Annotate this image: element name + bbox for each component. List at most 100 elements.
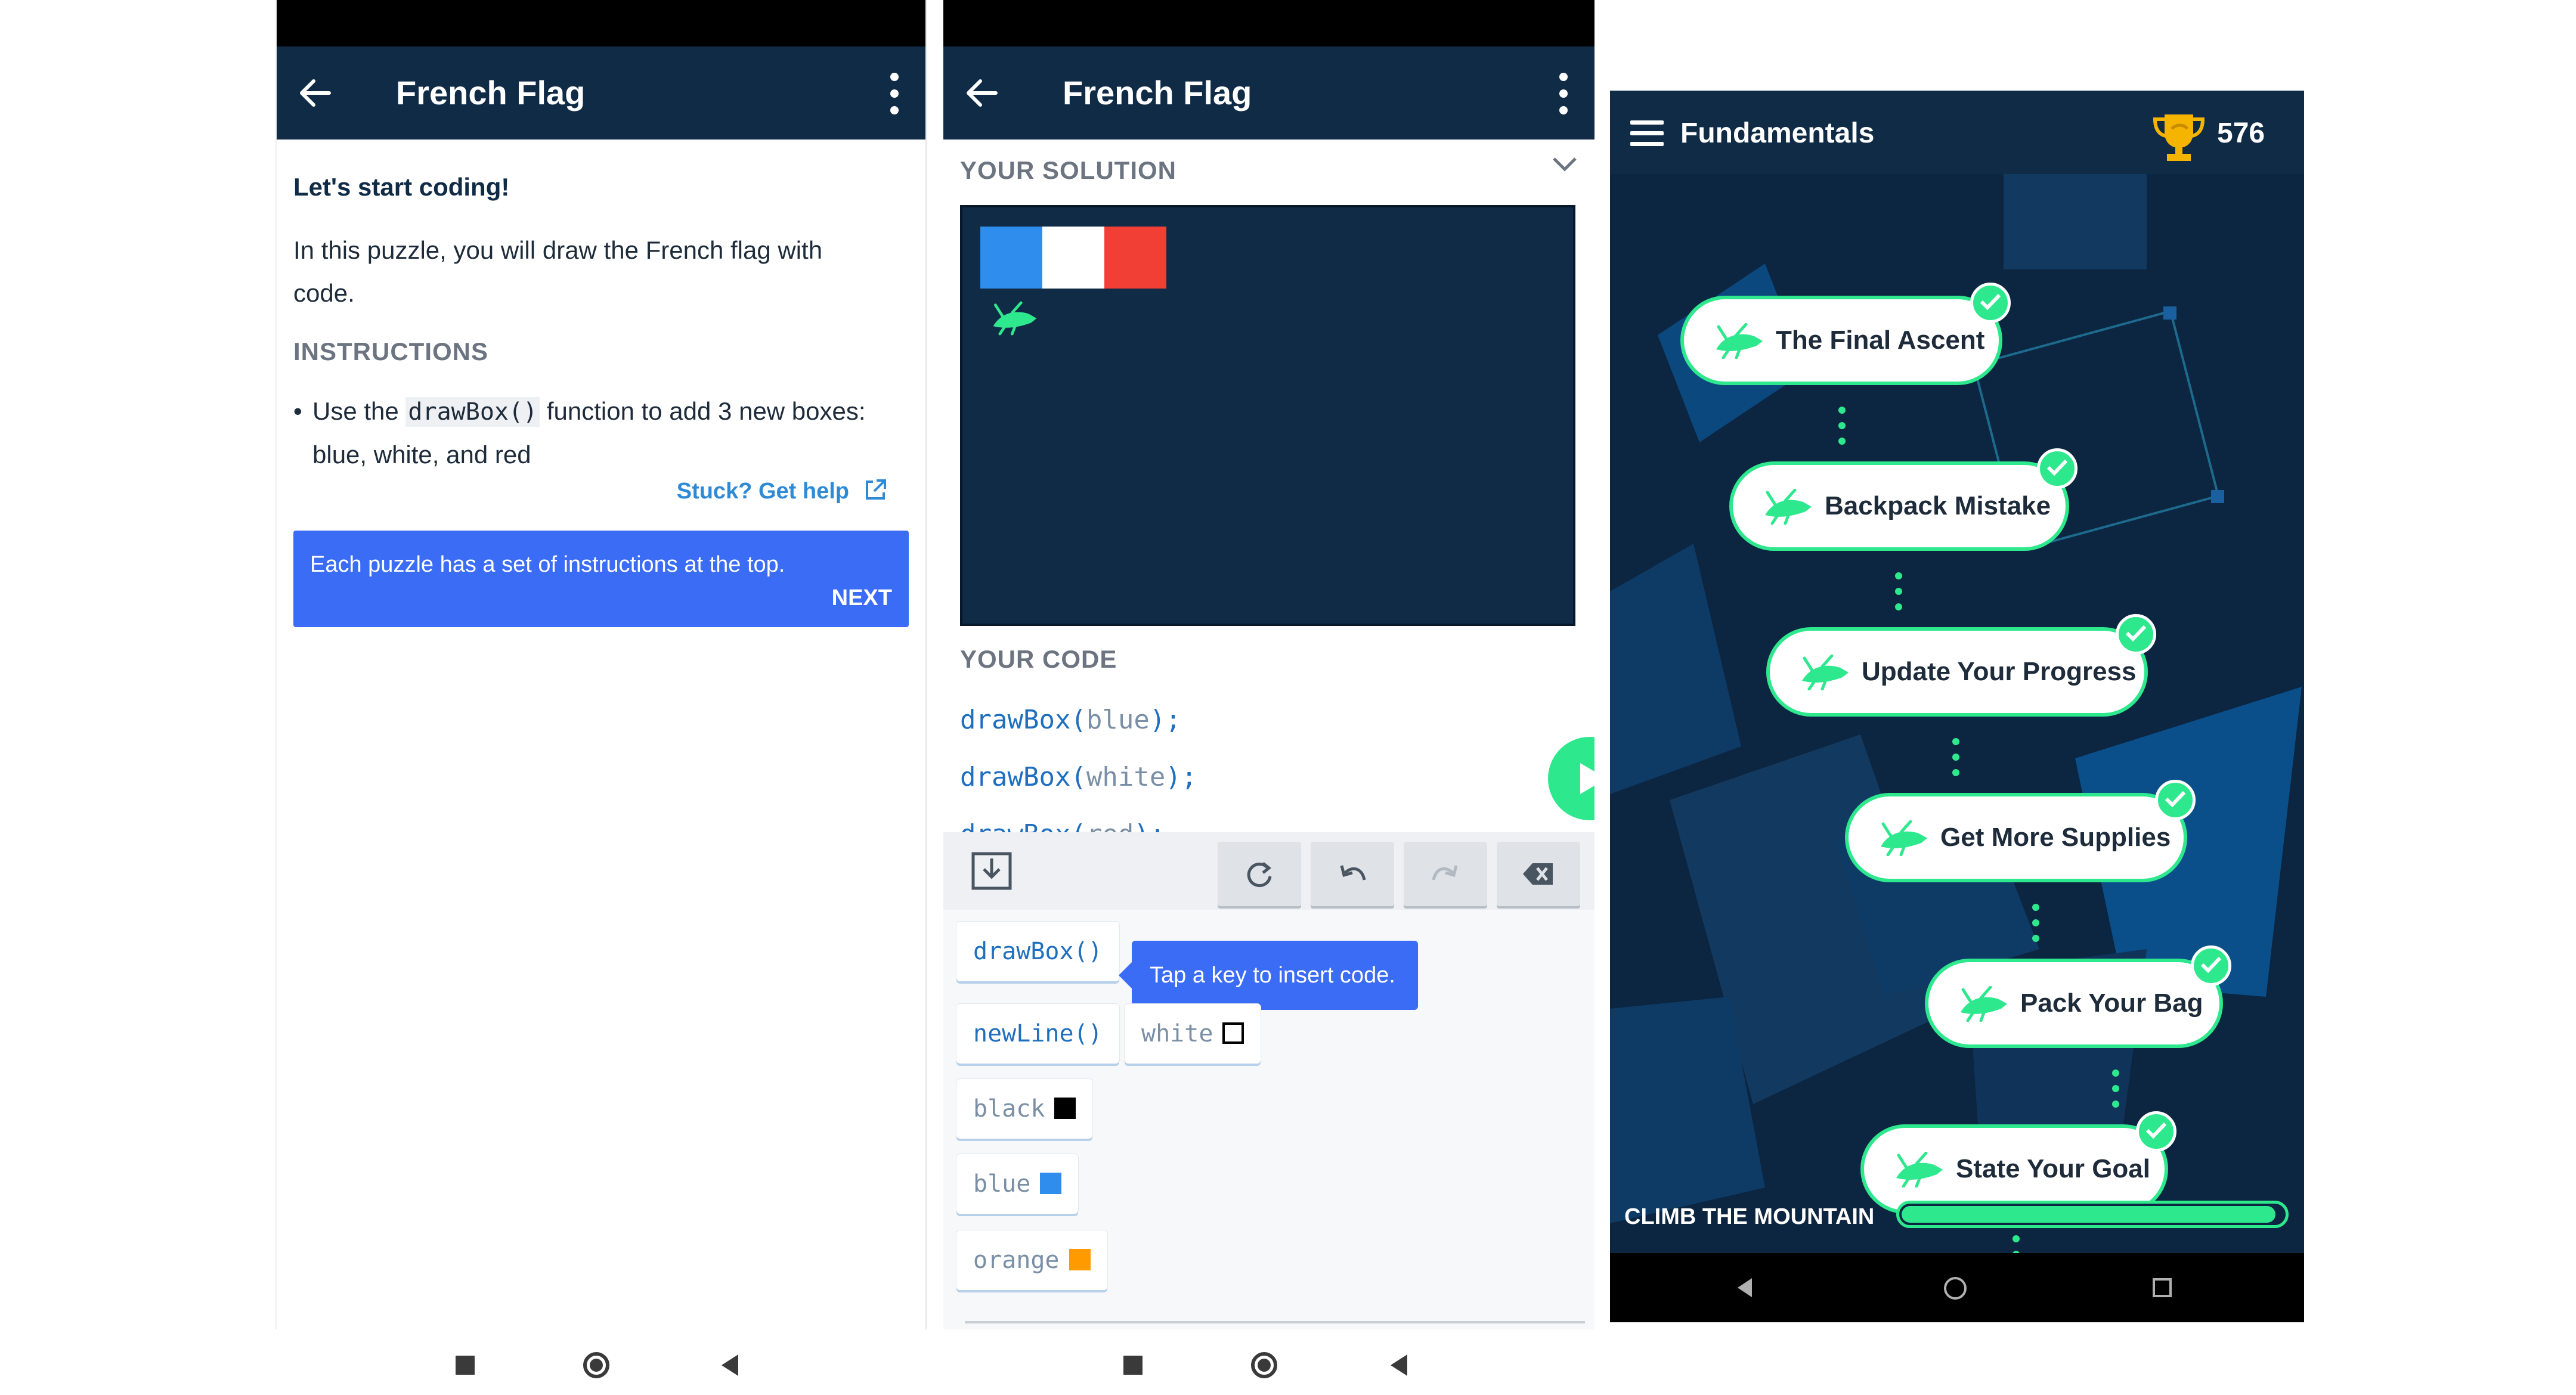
redo-button[interactable]	[1404, 842, 1487, 906]
flag-box-red	[1104, 227, 1166, 289]
lesson-title: State Your Goal	[1956, 1154, 2151, 1183]
system-nav-bar	[943, 1329, 1594, 1395]
code-end: );	[1149, 705, 1181, 735]
more-options-icon[interactable]	[887, 73, 902, 114]
lesson-title: Backpack Mistake	[1825, 491, 2051, 520]
instruction-item: • Use the drawBox() function to add 3 ne…	[293, 390, 902, 476]
system-nav-bar	[1610, 1253, 2304, 1322]
backspace-icon	[1523, 863, 1553, 885]
heading: Let's start coding!	[293, 173, 510, 201]
page-title: French Flag	[1063, 74, 1252, 111]
delete-button[interactable]	[1497, 842, 1580, 906]
completed-check-icon	[2116, 614, 2156, 655]
course-footer-label: CLIMB THE MOUNTAIN	[1624, 1204, 1875, 1229]
app-bar: French Flag	[277, 46, 925, 140]
code-editor-screen: French Flag YOUR SOLUTION YOUR CODE draw…	[943, 0, 1594, 1329]
code-line[interactable]: drawBox(red);	[960, 806, 1592, 835]
recents-icon[interactable]	[1123, 1356, 1143, 1375]
lesson-node[interactable]: Backpack Mistake	[1729, 448, 2077, 551]
status-bar	[943, 0, 1594, 46]
code-line[interactable]: drawBox(white);	[960, 749, 1592, 806]
completed-check-icon	[2191, 946, 2231, 986]
menu-icon[interactable]	[1630, 120, 1664, 146]
back-arrow-icon[interactable]	[962, 74, 1001, 112]
key-black[interactable]: black	[956, 1079, 1093, 1139]
grasshopper-icon	[1961, 986, 2007, 1022]
flag-preview	[980, 227, 1166, 289]
key-black-label: black	[973, 1095, 1045, 1123]
bullet-dot: •	[293, 397, 302, 425]
lesson-node[interactable]: Update Your Progress	[1766, 614, 2156, 717]
undo-icon	[1340, 865, 1366, 881]
recents-icon[interactable]	[456, 1356, 475, 1375]
status-bar	[277, 0, 925, 46]
path-dots	[2112, 1070, 2119, 1116]
undo-button[interactable]	[1311, 842, 1394, 906]
completed-check-icon	[1970, 283, 2011, 323]
system-nav-bar	[275, 1329, 924, 1395]
more-options-icon[interactable]	[1556, 73, 1571, 114]
grasshopper-icon	[1881, 820, 1927, 856]
completed-check-icon	[2136, 1111, 2176, 1152]
path-dots	[2032, 904, 2039, 950]
orange-swatch	[1069, 1249, 1091, 1270]
grasshopper-icon	[1896, 1152, 1943, 1188]
reset-button[interactable]	[1218, 842, 1301, 906]
key-drawbox[interactable]: drawBox()	[956, 922, 1119, 981]
key-orange[interactable]: orange	[956, 1230, 1107, 1290]
lesson-node[interactable]: Pack Your Bag	[1925, 946, 2231, 1048]
solution-header: YOUR SOLUTION	[960, 156, 1177, 184]
back-nav-icon[interactable]	[1738, 1278, 1752, 1297]
grasshopper-icon	[1716, 323, 1763, 359]
trophy-icon	[2153, 114, 2205, 161]
grasshopper-icon	[1765, 489, 1812, 525]
code-editor[interactable]: drawBox(blue); drawBox(white); drawBox(r…	[960, 692, 1592, 835]
code-arg: white	[1086, 762, 1166, 792]
inline-code: drawBox()	[405, 397, 540, 427]
key-white[interactable]: white	[1125, 1004, 1261, 1064]
path-dots	[1895, 572, 1902, 619]
download-icon[interactable]	[971, 851, 1013, 891]
flag-box-blue	[980, 227, 1042, 289]
key-blue[interactable]: blue	[956, 1154, 1079, 1214]
lesson-node[interactable]: The Final Ascent	[1680, 283, 2011, 385]
editor-toolbar	[943, 832, 1594, 911]
app-bar: Fundamentals 576	[1610, 91, 2304, 174]
home-icon[interactable]	[583, 1352, 609, 1378]
back-nav-icon[interactable]	[1391, 1354, 1407, 1376]
white-swatch	[1222, 1022, 1244, 1044]
course-map-screen: Fundamentals 576 The Final Ascent Backpa…	[1610, 91, 2304, 1322]
play-icon	[1580, 763, 1594, 794]
tooltip-message: Each puzzle has a set of instructions at…	[310, 552, 785, 577]
key-blue-label: blue	[973, 1170, 1031, 1198]
key-newline[interactable]: newLine()	[956, 1004, 1119, 1064]
home-icon[interactable]	[1251, 1352, 1277, 1378]
completed-check-icon	[2155, 780, 2196, 820]
lesson-title: Update Your Progress	[1862, 657, 2137, 686]
key-orange-label: orange	[973, 1247, 1060, 1274]
back-arrow-icon[interactable]	[296, 74, 334, 112]
refresh-icon	[1247, 862, 1272, 887]
blue-swatch	[1040, 1173, 1062, 1194]
lesson-node[interactable]: Get More Supplies	[1845, 780, 2196, 882]
code-line[interactable]: drawBox(blue);	[960, 692, 1592, 749]
external-link-icon	[866, 479, 886, 500]
chevron-down-icon[interactable]	[1552, 156, 1578, 173]
lesson-map: The Final Ascent Backpack Mistake Update…	[1610, 174, 2304, 1273]
lesson-title: Get More Supplies	[1940, 823, 2171, 852]
get-help-link[interactable]: Stuck? Get help	[677, 478, 887, 504]
code-end: );	[1165, 762, 1197, 792]
instructions-header: INSTRUCTIONS	[293, 337, 488, 365]
key-white-label: white	[1141, 1020, 1213, 1047]
course-progress-bar	[1896, 1201, 2289, 1228]
instructions-tooltip: Each puzzle has a set of instructions at…	[293, 531, 909, 627]
recents-icon[interactable]	[2153, 1278, 2172, 1297]
instructions-screen: French Flag Let's start coding! In this …	[275, 0, 927, 1329]
redo-icon	[1432, 865, 1458, 881]
page-title: French Flag	[396, 74, 586, 111]
home-icon[interactable]	[1944, 1277, 1967, 1300]
back-nav-icon[interactable]	[722, 1354, 738, 1376]
code-fn: drawBox(	[960, 762, 1086, 792]
next-button[interactable]: NEXT	[832, 585, 892, 611]
get-help-label: Stuck? Get help	[676, 479, 849, 504]
